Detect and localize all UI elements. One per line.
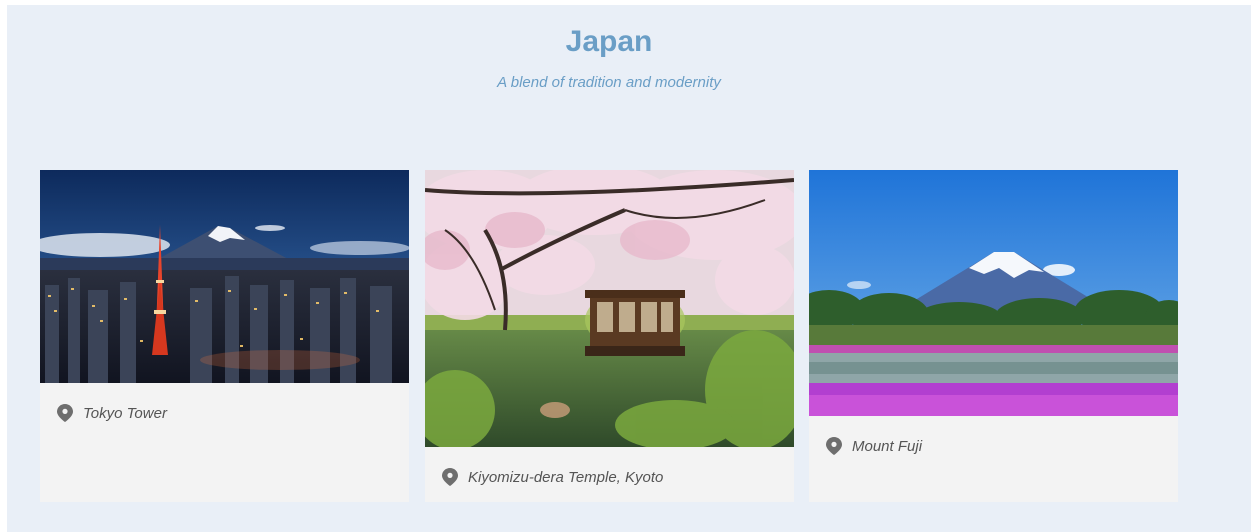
destination-card-mount-fuji[interactable]: Mount Fuji xyxy=(809,170,1178,502)
caption-text: Tokyo Tower xyxy=(83,404,167,422)
destination-card-tokyo-tower[interactable]: Tokyo Tower xyxy=(40,170,409,502)
card-caption-kiyomizu-dera: Kiyomizu-dera Temple, Kyoto xyxy=(442,468,663,486)
location-pin-icon xyxy=(826,437,842,455)
card-caption-mount-fuji: Mount Fuji xyxy=(826,437,922,455)
cherry-blossom-canal-image[interactable] xyxy=(425,170,794,447)
page-subtitle: A blend of tradition and modernity xyxy=(497,74,721,91)
location-pin-icon xyxy=(57,404,73,422)
mount-fuji-image[interactable] xyxy=(809,170,1178,416)
card-caption-tokyo-tower: Tokyo Tower xyxy=(57,404,167,422)
caption-text: Kiyomizu-dera Temple, Kyoto xyxy=(468,468,664,486)
page-title: Japan xyxy=(565,25,653,58)
tokyo-tower-image[interactable] xyxy=(40,170,409,383)
destination-card-kiyomizu-dera[interactable]: Kiyomizu-dera Temple, Kyoto xyxy=(425,170,794,502)
page-background: Japan A blend of tradition and modernity xyxy=(7,5,1251,532)
caption-text: Mount Fuji xyxy=(852,437,923,455)
location-pin-icon xyxy=(442,468,458,486)
